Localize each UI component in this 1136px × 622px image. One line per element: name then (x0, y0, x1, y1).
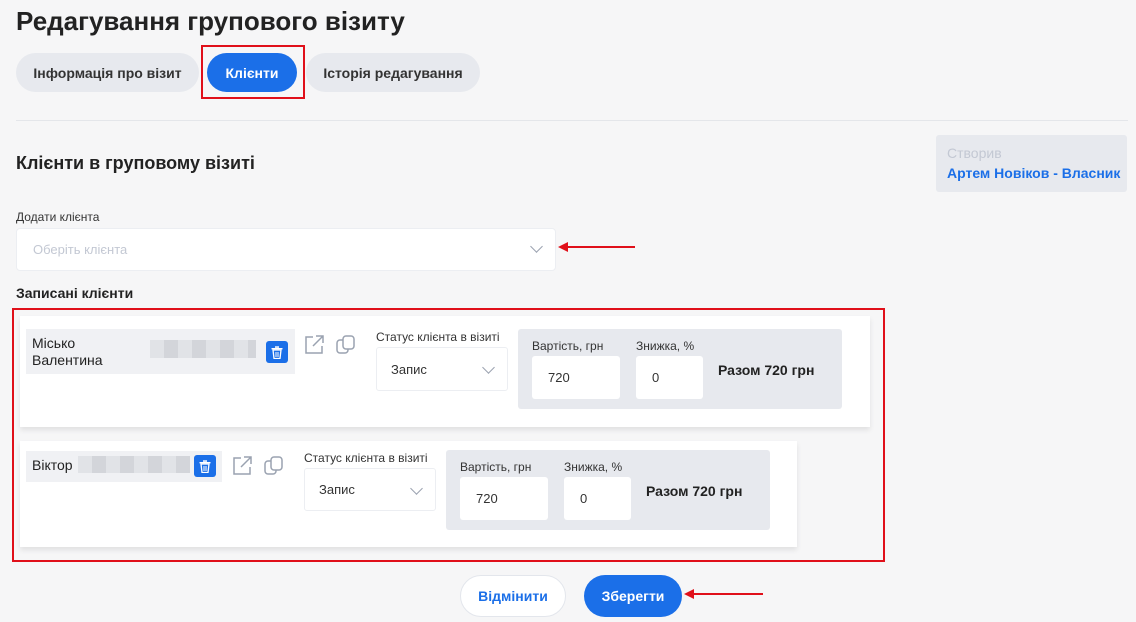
client-select-placeholder: Оберіть клієнта (33, 242, 128, 257)
arrow-left-icon (684, 589, 763, 599)
tab-edit-history[interactable]: Історія редагування (306, 53, 480, 92)
page-title: Редагування групового візиту (16, 6, 405, 36)
section-title: Клієнти в груповому візиті (16, 153, 255, 173)
tab-visit-info[interactable]: Інформація про візит (16, 53, 199, 92)
cancel-button[interactable]: Відмінити (460, 575, 566, 617)
tab-highlight-frame (201, 45, 305, 99)
divider (16, 120, 1128, 121)
creator-link[interactable]: Артем Новіков - Власник (947, 165, 1120, 181)
clients-highlight-frame (12, 308, 885, 562)
client-select[interactable]: Оберіть клієнта (16, 228, 556, 271)
save-button[interactable]: Зберегти (584, 575, 682, 617)
chevron-down-icon (530, 240, 543, 253)
arrow-left-icon (558, 242, 635, 252)
registered-clients-label: Записані клієнти (16, 285, 134, 301)
add-client-label: Додати клієнта (16, 210, 100, 224)
creator-box: Створив Артем Новіков - Власник (936, 135, 1127, 192)
creator-label: Створив (947, 145, 1002, 161)
